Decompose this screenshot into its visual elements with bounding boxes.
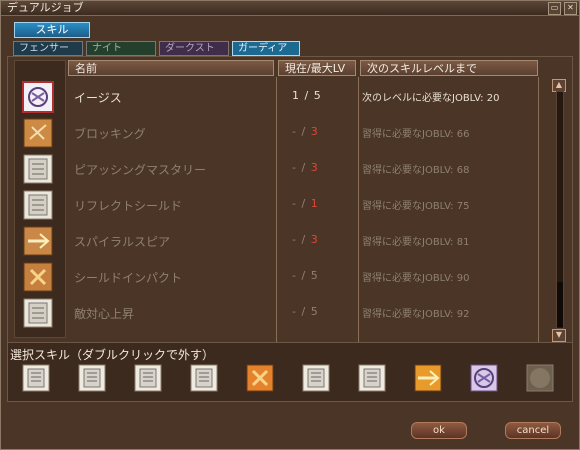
spear-icon[interactable] <box>412 362 444 394</box>
skill-row[interactable]: ブロッキング - / 3 習得に必要なJOBLV: 66 <box>64 115 536 151</box>
selected-skills-label: 選択スキル（ダブルクリックで外す） <box>10 348 215 362</box>
dialog-buttons: ok cancel <box>1 411 579 447</box>
current-level: - <box>292 269 297 282</box>
skill-name: スパイラルスピア <box>74 235 171 249</box>
skill-row[interactable]: スパイラルスピア - / 3 習得に必要なJOBLV: 81 <box>64 223 536 259</box>
selected-skills-bar: 選択スキル（ダブルクリックで外す） <box>7 342 573 402</box>
current-level: - <box>292 161 297 174</box>
scroll-slot-icon[interactable] <box>76 362 108 394</box>
max-level: 1 <box>310 197 319 210</box>
window-title: デュアルジョブ <box>7 1 84 14</box>
tab-dark-stalker[interactable]: ダークストーカー <box>159 41 229 67</box>
skill-name: リフレクトシールド <box>74 199 183 213</box>
skill-name: イージス <box>74 91 122 105</box>
title-bar[interactable]: デュアルジョブ ▭ ✕ <box>1 1 579 16</box>
shield-impact-icon[interactable] <box>22 261 54 293</box>
ok-button[interactable]: ok <box>411 422 467 439</box>
skill-requirement: 習得に必要なJOBLV: 92 <box>362 309 470 320</box>
scroll-thumb[interactable] <box>557 282 563 327</box>
scroll-icon[interactable] <box>22 297 54 329</box>
skill-name: ピアッシングマスタリー <box>74 163 207 177</box>
scroll-slot-icon[interactable] <box>300 362 332 394</box>
max-level: 3 <box>310 125 319 138</box>
aegis-icon[interactable] <box>22 81 54 113</box>
current-level: - <box>292 197 297 210</box>
column-divider <box>538 77 539 343</box>
close-icon[interactable]: ✕ <box>564 2 577 15</box>
skill-name: 敵対心上昇 <box>74 307 135 321</box>
scroll-slot-icon[interactable] <box>132 362 164 394</box>
scrollbar[interactable]: ▲ ▼ <box>552 79 566 342</box>
scroll-down-icon[interactable]: ▼ <box>552 329 566 342</box>
skill-requirement: 習得に必要なJOBLV: 68 <box>362 165 470 176</box>
empty-slot-icon[interactable] <box>524 362 556 394</box>
aegis-icon[interactable] <box>468 362 500 394</box>
current-level: - <box>292 233 297 246</box>
skill-name: シールドインパクト <box>74 271 183 285</box>
scroll-icon[interactable] <box>22 153 54 185</box>
scroll-track[interactable] <box>556 91 564 329</box>
minimize-icon[interactable]: ▭ <box>548 2 561 15</box>
skill-requirement: 習得に必要なJOBLV: 75 <box>362 201 470 212</box>
skill-requirement: 習得に必要なJOBLV: 90 <box>362 273 470 284</box>
skill-name: ブロッキング <box>74 127 146 141</box>
fire-sword-icon[interactable] <box>244 362 276 394</box>
dual-job-window: デュアルジョブ ▭ ✕ スキル フェンサー ナイト ダークストーカー ガーディア… <box>0 0 580 450</box>
header-level: 現在/最大LV <box>278 60 356 76</box>
scroll-slot-icon[interactable] <box>356 362 388 394</box>
skill-level: 1 / 5 <box>292 89 322 102</box>
scroll-icon[interactable] <box>22 189 54 221</box>
skill-level: - / 3 <box>292 233 319 246</box>
current-level: 1 <box>292 89 300 102</box>
skill-level: - / 3 <box>292 161 319 174</box>
skill-row[interactable]: ピアッシングマスタリー - / 3 習得に必要なJOBLV: 68 <box>64 151 536 187</box>
skill-requirement: 習得に必要なJOBLV: 81 <box>362 237 470 248</box>
scroll-slot-icon[interactable] <box>188 362 220 394</box>
skill-row[interactable]: 敵対心上昇 - / 5 習得に必要なJOBLV: 92 <box>64 295 536 331</box>
scroll-slot-icon[interactable] <box>20 362 52 394</box>
header-requirement: 次のスキルレベルまで <box>360 60 538 76</box>
skill-level: - / 5 <box>292 269 319 282</box>
max-level: 5 <box>313 89 322 102</box>
tab-skill[interactable]: スキル <box>14 22 90 38</box>
current-level: - <box>292 125 297 138</box>
skill-requirement: 習得に必要なJOBLV: 66 <box>362 129 470 140</box>
spiral-spear-icon[interactable] <box>22 225 54 257</box>
current-level: - <box>292 305 297 318</box>
tab-guardian[interactable]: ガーディアン <box>232 41 300 67</box>
max-level: 3 <box>310 161 319 174</box>
tab-knight[interactable]: ナイト <box>86 41 156 56</box>
blocking-icon[interactable] <box>22 117 54 149</box>
skill-list-panel: 名前 現在/最大LV 次のスキルレベルまで イージス 1 / 5 次のレベルに必要な… <box>7 56 573 344</box>
skill-row[interactable]: イージス 1 / 5 次のレベルに必要なJOBLV: 20 <box>64 79 536 115</box>
skill-level: - / 1 <box>292 197 319 210</box>
class-tabs: フェンサー ナイト ダークストーカー ガーディアン <box>13 41 300 67</box>
header-name: 名前 <box>68 60 274 76</box>
tab-fencer[interactable]: フェンサー <box>13 41 83 56</box>
skill-level: - / 5 <box>292 305 319 318</box>
max-level: 5 <box>310 305 319 318</box>
max-level: 3 <box>310 233 319 246</box>
max-level: 5 <box>310 269 319 282</box>
skill-row[interactable]: シールドインパクト - / 5 習得に必要なJOBLV: 90 <box>64 259 536 295</box>
skill-requirement: 次のレベルに必要なJOBLV: 20 <box>362 93 500 104</box>
skill-row[interactable]: リフレクトシールド - / 1 習得に必要なJOBLV: 75 <box>64 187 536 223</box>
skill-level: - / 3 <box>292 125 319 138</box>
cancel-button[interactable]: cancel <box>505 422 561 439</box>
selected-skill-slots <box>20 362 556 394</box>
